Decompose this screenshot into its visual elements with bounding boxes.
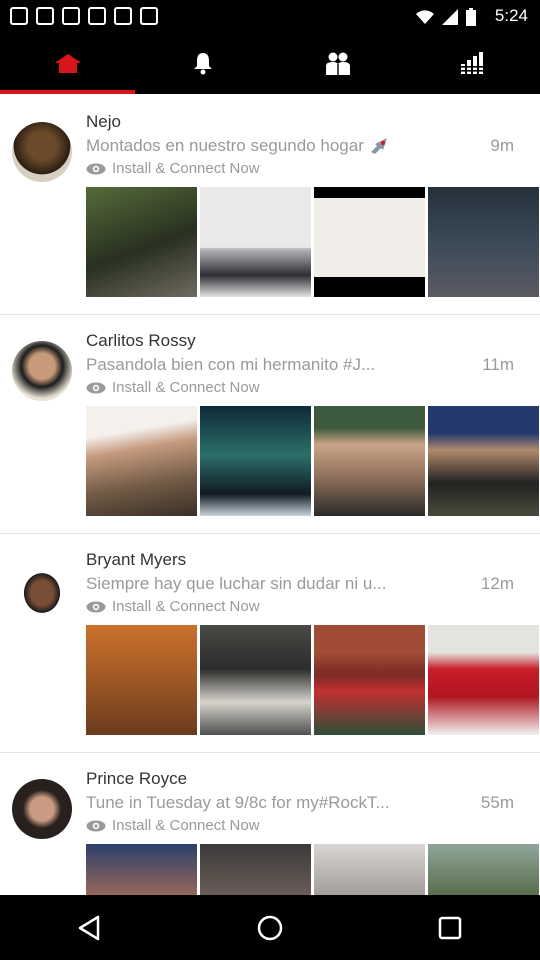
photo-thumbnail[interactable]: [86, 844, 197, 895]
post-time: 9m: [490, 136, 514, 155]
post-time: 55m: [480, 793, 514, 812]
photo-thumbnail[interactable]: [86, 187, 197, 297]
photo-strip: [86, 625, 539, 735]
photo-thumbnail[interactable]: [200, 406, 311, 516]
post-message[interactable]: Tune in Tuesday at 9/8c for my#RockT...: [86, 793, 446, 813]
feed-item[interactable]: Nejo Montados en nuestro segundo hogar 9…: [0, 96, 540, 315]
photo-thumbnail[interactable]: [428, 406, 539, 516]
feed-item[interactable]: Prince Royce Tune in Tuesday at 9/8c for…: [0, 753, 540, 895]
photo-thumbnail[interactable]: [428, 187, 539, 297]
eye-icon: [86, 382, 106, 393]
app-notification-icon: [62, 7, 80, 25]
photo-thumbnail[interactable]: [200, 844, 311, 895]
photo-thumbnail[interactable]: [86, 625, 197, 735]
app-notification-icon: [140, 7, 158, 25]
bar-chart-icon: [459, 52, 486, 74]
feed-item[interactable]: Carlitos Rossy Pasandola bien con mi her…: [0, 315, 540, 534]
wifi-icon: [416, 10, 434, 24]
eye-icon: [86, 820, 106, 831]
avatar[interactable]: [12, 341, 72, 401]
install-connect-link[interactable]: Install & Connect Now: [86, 598, 260, 615]
home-icon: [55, 54, 80, 73]
bell-icon: [193, 53, 212, 75]
tab-home[interactable]: [0, 32, 135, 94]
install-label: Install & Connect Now: [112, 160, 260, 177]
photo-thumbnail[interactable]: [314, 187, 425, 297]
home-circle-icon[interactable]: [256, 914, 284, 942]
photo-thumbnail[interactable]: [314, 844, 425, 895]
feed-item[interactable]: Bryant Myers Siempre hay que luchar sin …: [0, 534, 540, 753]
tab-stats[interactable]: [405, 32, 540, 94]
user-name[interactable]: Carlitos Rossy: [86, 331, 196, 351]
signal-icon: [442, 9, 458, 25]
back-icon[interactable]: [76, 914, 104, 942]
photo-thumbnail[interactable]: [314, 406, 425, 516]
wrench-icon: [36, 7, 54, 25]
activity-feed[interactable]: Nejo Montados en nuestro segundo hogar 9…: [0, 96, 540, 895]
recents-icon[interactable]: [436, 914, 464, 942]
post-message[interactable]: Montados en nuestro segundo hogar: [86, 136, 446, 156]
post-message[interactable]: Siempre hay que luchar sin dudar ni u...: [86, 574, 446, 594]
tab-notifications[interactable]: [135, 32, 270, 94]
app-notification-icon: [114, 7, 132, 25]
user-name[interactable]: Prince Royce: [86, 769, 187, 789]
avatar[interactable]: [12, 560, 72, 620]
post-message[interactable]: Pasandola bien con mi hermanito #J...: [86, 355, 446, 375]
status-bar: 5:24: [0, 0, 540, 32]
rocket-icon: [370, 138, 387, 154]
notification-icons: [10, 7, 158, 25]
photo-strip: [86, 844, 539, 895]
photo-thumbnail[interactable]: [428, 844, 539, 895]
photo-thumbnail[interactable]: [200, 187, 311, 297]
system-nav-bar: [0, 895, 540, 960]
top-tab-bar: [0, 32, 540, 94]
photo-strip: [86, 406, 539, 516]
photo-thumbnail[interactable]: [86, 406, 197, 516]
people-icon: [325, 52, 350, 75]
install-label: Install & Connect Now: [112, 598, 260, 615]
app-notification-icon: [88, 7, 106, 25]
avatar[interactable]: [12, 779, 72, 839]
eye-icon: [86, 163, 106, 174]
photo-thumbnail[interactable]: [314, 625, 425, 735]
clock: 5:24: [494, 6, 528, 25]
photo-thumbnail[interactable]: [428, 625, 539, 735]
install-connect-link[interactable]: Install & Connect Now: [86, 160, 260, 177]
system-icons: [416, 8, 476, 26]
tab-people[interactable]: [270, 32, 405, 94]
photo-thumbnail[interactable]: [200, 625, 311, 735]
post-time: 12m: [480, 574, 514, 593]
user-name[interactable]: Nejo: [86, 112, 121, 132]
photo-strip: [86, 187, 539, 297]
user-name[interactable]: Bryant Myers: [86, 550, 186, 570]
avatar[interactable]: [12, 122, 72, 182]
app-notification-icon: [10, 7, 28, 25]
install-label: Install & Connect Now: [112, 379, 260, 396]
battery-icon: [466, 8, 476, 26]
install-label: Install & Connect Now: [112, 817, 260, 834]
eye-icon: [86, 601, 106, 612]
post-time: 11m: [482, 355, 514, 374]
install-connect-link[interactable]: Install & Connect Now: [86, 817, 260, 834]
install-connect-link[interactable]: Install & Connect Now: [86, 379, 260, 396]
